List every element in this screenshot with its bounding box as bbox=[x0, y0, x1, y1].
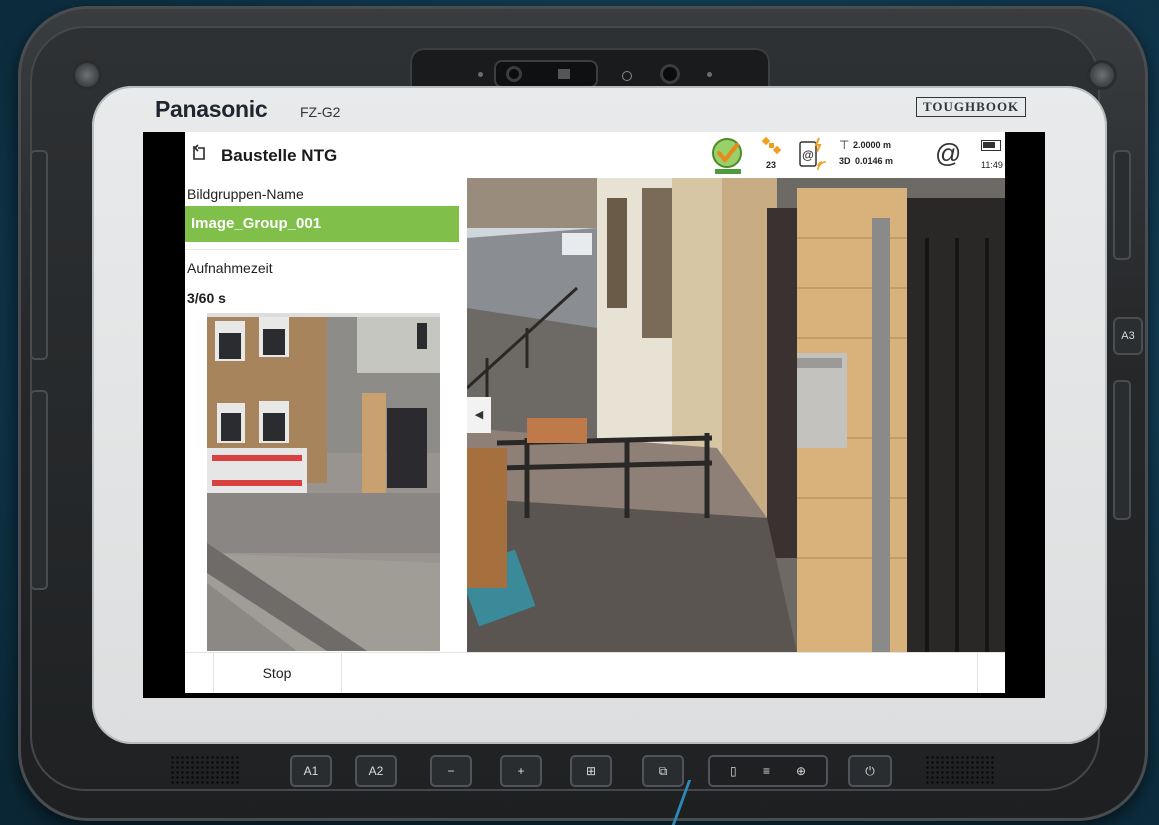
connection-status[interactable]: @ bbox=[799, 136, 829, 176]
a2-button[interactable]: A2 bbox=[355, 755, 397, 787]
clock-time: 11:49 bbox=[981, 160, 1003, 170]
sensor-dot-icon bbox=[478, 72, 483, 77]
satellite-icon bbox=[761, 136, 782, 155]
indicator-ring-icon bbox=[622, 71, 632, 81]
battery-status[interactable]: 11:49 bbox=[977, 136, 1005, 176]
group-name-field[interactable]: Image_Group_001 bbox=[185, 206, 459, 242]
rotation-lock-button[interactable]: ⧉ bbox=[642, 755, 684, 787]
speaker-grille-left bbox=[170, 755, 240, 785]
divider bbox=[185, 249, 459, 250]
right-rail-bottom bbox=[1113, 380, 1131, 520]
antenna-height-value: 2.0000 m bbox=[853, 140, 892, 150]
storage-led-icon: ≡ bbox=[763, 764, 771, 778]
page-title: Baustelle NTG bbox=[221, 146, 338, 165]
toolbar-divider bbox=[341, 653, 342, 693]
svg-text:@: @ bbox=[802, 148, 814, 162]
volume-down-button[interactable]: − bbox=[430, 755, 472, 787]
capture-time-label: Aufnahmezeit bbox=[187, 260, 273, 276]
webcam-icon bbox=[660, 64, 680, 84]
brand-logo: Panasonic bbox=[155, 96, 268, 122]
antenna-height-icon: ⊤ bbox=[839, 138, 850, 152]
model-label: FZ-G2 bbox=[300, 104, 341, 120]
satellite-count: 23 bbox=[766, 160, 777, 170]
ir-camera-module bbox=[494, 60, 598, 88]
capture-time-value: 3/60 s bbox=[187, 290, 226, 306]
preview-thumbnail[interactable] bbox=[207, 313, 440, 651]
power-button[interactable]: ⏻ bbox=[848, 755, 892, 787]
collapse-panel-button[interactable]: ◀ bbox=[467, 397, 491, 433]
gnss-fix-status[interactable] bbox=[711, 136, 747, 176]
position-quality: ⊤ 2.0000 m 3D 0.0146 m bbox=[835, 136, 925, 176]
front-camera-icon bbox=[506, 66, 522, 82]
speaker-grille-right bbox=[925, 755, 995, 785]
screw-top-left-icon bbox=[72, 60, 102, 90]
toughbook-badge: TOUGHBOOK bbox=[916, 97, 1027, 117]
right-rail-top bbox=[1113, 150, 1131, 260]
stop-button[interactable]: Stop bbox=[213, 653, 341, 693]
back-arrow-icon[interactable] bbox=[191, 144, 209, 164]
windows-button[interactable]: ⊞ bbox=[570, 755, 612, 787]
mic-dot-icon bbox=[707, 72, 712, 77]
at-icon[interactable]: @ bbox=[935, 138, 961, 169]
screen: Baustelle NTG 23 @ ⊤ 2.0000 m 3D 0.0146 … bbox=[143, 132, 1045, 698]
satellite-status[interactable]: 23 bbox=[761, 136, 791, 176]
precision-label: 3D bbox=[839, 156, 851, 166]
bottom-toolbar: Stop bbox=[185, 652, 1005, 693]
app-header: Baustelle NTG 23 @ ⊤ 2.0000 m 3D 0.0146 … bbox=[185, 132, 1005, 178]
battery-led-icon: ▯ bbox=[730, 764, 737, 778]
screw-top-right-icon bbox=[1087, 60, 1117, 90]
battery-icon bbox=[981, 140, 1001, 151]
app-window: Baustelle NTG 23 @ ⊤ 2.0000 m 3D 0.0146 … bbox=[185, 132, 1005, 693]
toolbar-divider bbox=[977, 653, 978, 693]
group-name-label: Bildgruppen-Name bbox=[187, 186, 304, 202]
left-rail-top bbox=[30, 150, 48, 360]
precision-value: 0.0146 m bbox=[855, 156, 894, 166]
a1-button[interactable]: A1 bbox=[290, 755, 332, 787]
chevron-left-icon: ◀ bbox=[474, 409, 484, 421]
a3-button[interactable]: A3 bbox=[1113, 317, 1143, 355]
light-sensor-icon bbox=[558, 69, 570, 79]
volume-up-button[interactable]: + bbox=[500, 755, 542, 787]
power-led-icon: ⊕ bbox=[796, 764, 807, 778]
left-rail-bottom bbox=[30, 390, 48, 590]
live-camera-view[interactable] bbox=[467, 178, 1005, 652]
